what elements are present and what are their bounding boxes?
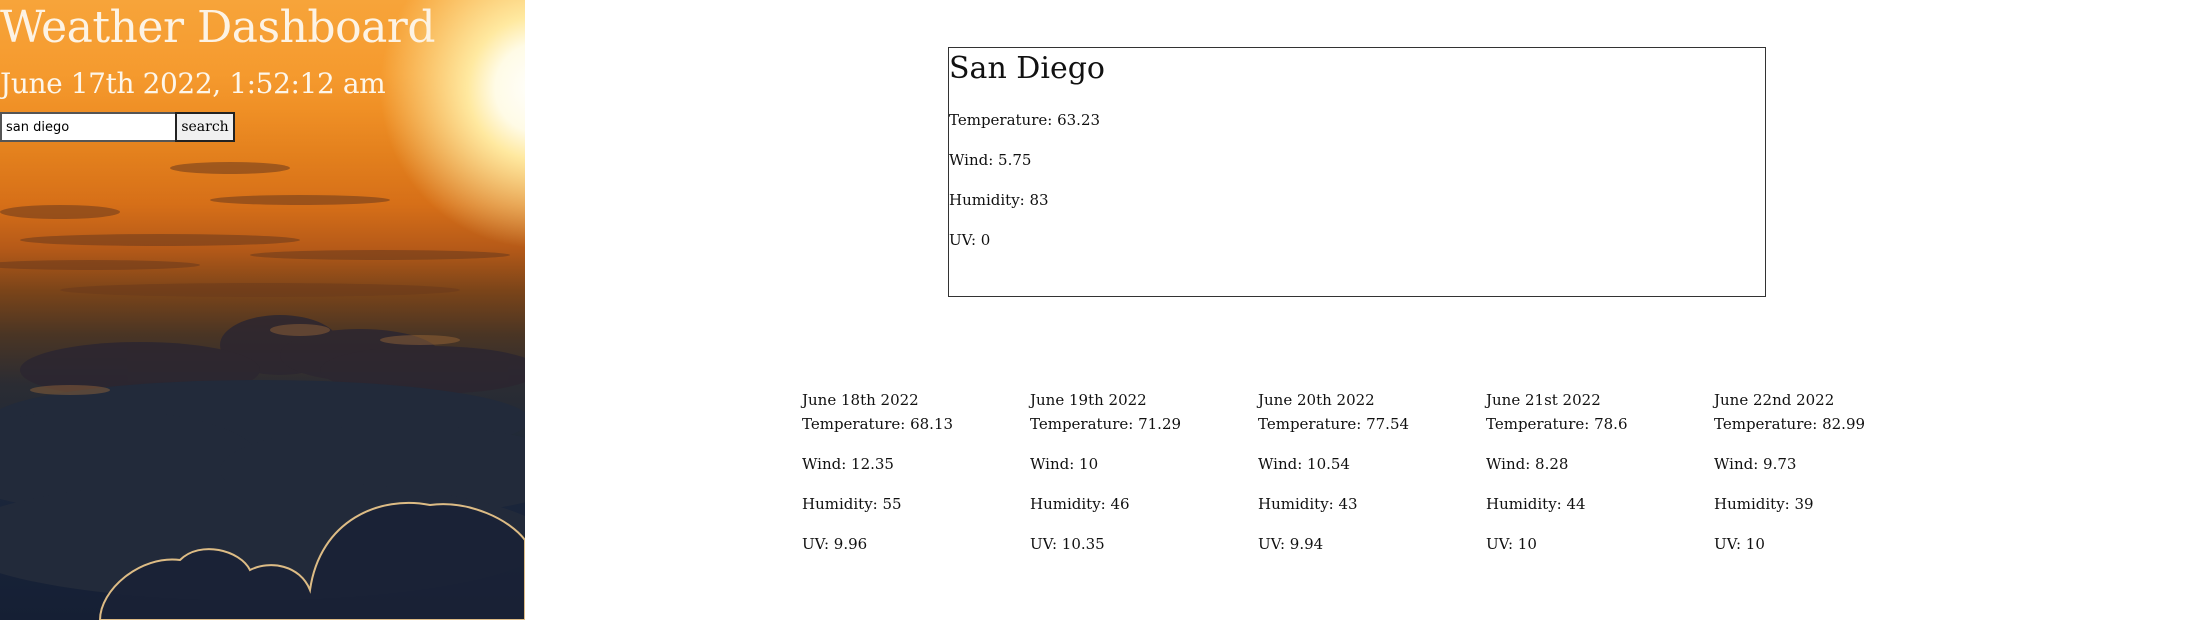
forecast-uv: UV: 10 [1714, 535, 1765, 553]
search-button[interactable]: search [175, 112, 235, 142]
forecast-temperature: Temperature: 77.54 [1258, 415, 1410, 433]
forecast-temperature: Temperature: 68.13 [802, 415, 954, 433]
forecast-wind: Wind: 10.54 [1258, 455, 1350, 473]
current-uv: UV: 0 [949, 231, 991, 249]
forecast-humidity: Humidity: 46 [1030, 495, 1130, 513]
forecast-wind: Wind: 8.28 [1486, 455, 1569, 473]
current-humidity: Humidity: 83 [949, 191, 1049, 209]
forecast-date: June 19th 2022 [1030, 391, 1147, 409]
forecast-day-card: June 20th 2022 Temperature: 77.54 Wind: … [1258, 390, 1486, 574]
sunset-background: Weather Dashboard June 17th 2022, 1:52:1… [0, 0, 525, 620]
forecast-humidity: Humidity: 44 [1486, 495, 1586, 513]
dashboard-title: Weather Dashboard [0, 2, 436, 53]
forecast-wind: Wind: 10 [1030, 455, 1099, 473]
forecast-uv: UV: 10 [1486, 535, 1537, 553]
forecast-uv: UV: 9.94 [1258, 535, 1324, 553]
forecast-uv: UV: 9.96 [802, 535, 868, 553]
forecast-date: June 22nd 2022 [1714, 391, 1835, 409]
current-weather-card: San Diego Temperature: 63.23 Wind: 5.75 … [948, 47, 1766, 297]
forecast-humidity: Humidity: 55 [802, 495, 902, 513]
forecast-day-card: June 21st 2022 Temperature: 78.6 Wind: 8… [1486, 390, 1714, 574]
current-datetime: June 17th 2022, 1:52:12 am [0, 67, 386, 100]
forecast-temperature: Temperature: 71.29 [1030, 415, 1182, 433]
search-form: search [0, 112, 235, 142]
forecast-day-card: June 22nd 2022 Temperature: 82.99 Wind: … [1714, 390, 1942, 574]
forecast-date: June 20th 2022 [1258, 391, 1375, 409]
city-search-input[interactable] [0, 112, 175, 142]
forecast-temperature: Temperature: 82.99 [1714, 415, 1866, 433]
forecast-temperature: Temperature: 78.6 [1486, 415, 1628, 433]
city-name: San Diego [949, 51, 1105, 86]
forecast-date: June 18th 2022 [802, 391, 919, 409]
forecast-day-card: June 18th 2022 Temperature: 68.13 Wind: … [802, 390, 1030, 574]
forecast-uv: UV: 10.35 [1030, 535, 1105, 553]
current-temperature: Temperature: 63.23 [949, 111, 1101, 129]
forecast-humidity: Humidity: 39 [1714, 495, 1814, 513]
forecast-wind: Wind: 9.73 [1714, 455, 1797, 473]
forecast-humidity: Humidity: 43 [1258, 495, 1358, 513]
current-wind: Wind: 5.75 [949, 151, 1032, 169]
forecast-wind: Wind: 12.35 [802, 455, 894, 473]
forecast-day-card: June 19th 2022 Temperature: 71.29 Wind: … [1030, 390, 1258, 574]
forecast-date: June 21st 2022 [1486, 391, 1601, 409]
forecast-row: June 18th 2022 Temperature: 68.13 Wind: … [802, 390, 1942, 574]
